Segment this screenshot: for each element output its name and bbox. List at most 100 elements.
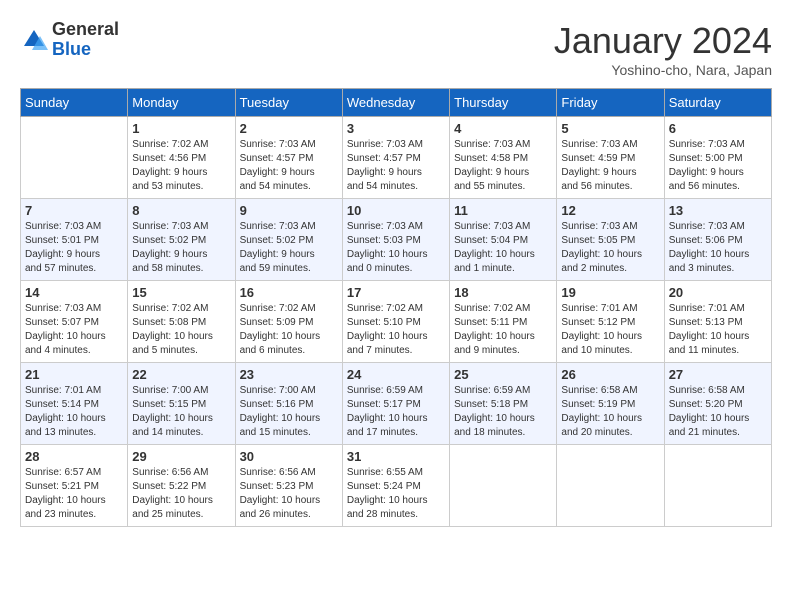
calendar-cell: 4 Sunrise: 7:03 AM Sunset: 4:58 PM Daylig…	[450, 117, 557, 199]
day-info: Sunrise: 7:03 AM Sunset: 4:58 PM Dayligh…	[454, 138, 552, 194]
day-info: Sunrise: 7:00 AM Sunset: 5:15 PM Dayligh…	[132, 384, 230, 440]
day-number: 13	[669, 203, 767, 218]
day-info: Sunrise: 7:03 AM Sunset: 5:01 PM Dayligh…	[25, 220, 123, 276]
calendar-cell: 25 Sunrise: 6:59 AM Sunset: 5:18 PM Dayli…	[450, 363, 557, 445]
calendar-cell: 29Sunrise: 6:56 AM Sunset: 5:22 PM Dayli…	[128, 445, 235, 527]
logo-general: General	[52, 19, 119, 39]
logo-icon	[20, 26, 48, 54]
day-number: 17	[347, 285, 445, 300]
day-info: Sunrise: 7:00 AM Sunset: 5:16 PM Dayligh…	[240, 384, 338, 440]
day-info: Sunrise: 7:02 AM Sunset: 5:08 PM Dayligh…	[132, 302, 230, 358]
calendar-cell: 23Sunrise: 7:00 AM Sunset: 5:16 PM Dayli…	[235, 363, 342, 445]
calendar-table: SundayMondayTuesdayWednesdayThursdayFrid…	[20, 88, 772, 527]
calendar-header: General Blue January 2024 Yoshino-cho, N…	[20, 20, 772, 78]
day-info: Sunrise: 7:03 AM Sunset: 5:07 PM Dayligh…	[25, 302, 123, 358]
day-info: Sunrise: 6:55 AM Sunset: 5:24 PM Dayligh…	[347, 466, 445, 522]
calendar-cell: 24 Sunrise: 6:59 AM Sunset: 5:17 PM Dayli…	[342, 363, 449, 445]
day-header-saturday: Saturday	[664, 89, 771, 117]
week-row-4: 21 Sunrise: 7:01 AM Sunset: 5:14 PM Dayli…	[21, 363, 772, 445]
day-info: Sunrise: 7:02 AM Sunset: 5:11 PM Dayligh…	[454, 302, 552, 358]
day-info: Sunrise: 7:03 AM Sunset: 5:00 PM Dayligh…	[669, 138, 767, 194]
day-number: 16	[240, 285, 338, 300]
calendar-cell	[450, 445, 557, 527]
day-number: 25	[454, 367, 552, 382]
calendar-cell: 7 Sunrise: 7:03 AM Sunset: 5:01 PM Daylig…	[21, 199, 128, 281]
week-row-1: 1Sunrise: 7:02 AM Sunset: 4:56 PM Daylig…	[21, 117, 772, 199]
day-number: 26	[561, 367, 659, 382]
calendar-cell: 13 Sunrise: 7:03 AM Sunset: 5:06 PM Dayli…	[664, 199, 771, 281]
day-header-thursday: Thursday	[450, 89, 557, 117]
calendar-body: 1Sunrise: 7:02 AM Sunset: 4:56 PM Daylig…	[21, 117, 772, 527]
calendar-cell: 1Sunrise: 7:02 AM Sunset: 4:56 PM Daylig…	[128, 117, 235, 199]
day-number: 4	[454, 121, 552, 136]
calendar-cell: 30 Sunrise: 6:56 AM Sunset: 5:23 PM Dayli…	[235, 445, 342, 527]
day-number: 3	[347, 121, 445, 136]
day-number: 14	[25, 285, 123, 300]
day-info: Sunrise: 7:03 AM Sunset: 5:02 PM Dayligh…	[132, 220, 230, 276]
calendar-cell: 16 Sunrise: 7:02 AM Sunset: 5:09 PM Dayli…	[235, 281, 342, 363]
day-number: 9	[240, 203, 338, 218]
day-number: 7	[25, 203, 123, 218]
calendar-cell: 17Sunrise: 7:02 AM Sunset: 5:10 PM Dayli…	[342, 281, 449, 363]
day-info: Sunrise: 7:01 AM Sunset: 5:14 PM Dayligh…	[25, 384, 123, 440]
calendar-cell: 11Sunrise: 7:03 AM Sunset: 5:04 PM Dayli…	[450, 199, 557, 281]
calendar-cell: 8 Sunrise: 7:03 AM Sunset: 5:02 PM Daylig…	[128, 199, 235, 281]
day-number: 12	[561, 203, 659, 218]
day-number: 6	[669, 121, 767, 136]
day-info: Sunrise: 7:02 AM Sunset: 4:56 PM Dayligh…	[132, 138, 230, 194]
day-info: Sunrise: 6:58 AM Sunset: 5:20 PM Dayligh…	[669, 384, 767, 440]
day-info: Sunrise: 7:03 AM Sunset: 5:06 PM Dayligh…	[669, 220, 767, 276]
calendar-cell: 28 Sunrise: 6:57 AM Sunset: 5:21 PM Dayli…	[21, 445, 128, 527]
day-info: Sunrise: 7:02 AM Sunset: 5:09 PM Dayligh…	[240, 302, 338, 358]
logo-blue: Blue	[52, 39, 91, 59]
day-number: 18	[454, 285, 552, 300]
day-number: 21	[25, 367, 123, 382]
calendar-title: January 2024	[554, 20, 772, 62]
logo-text: General Blue	[52, 20, 119, 60]
day-header-friday: Friday	[557, 89, 664, 117]
day-info: Sunrise: 7:03 AM Sunset: 4:57 PM Dayligh…	[347, 138, 445, 194]
day-header-monday: Monday	[128, 89, 235, 117]
day-info: Sunrise: 6:56 AM Sunset: 5:22 PM Dayligh…	[132, 466, 230, 522]
day-number: 24	[347, 367, 445, 382]
week-row-2: 7 Sunrise: 7:03 AM Sunset: 5:01 PM Daylig…	[21, 199, 772, 281]
day-number: 8	[132, 203, 230, 218]
day-info: Sunrise: 7:03 AM Sunset: 5:04 PM Dayligh…	[454, 220, 552, 276]
calendar-cell	[21, 117, 128, 199]
calendar-cell: 14 Sunrise: 7:03 AM Sunset: 5:07 PM Dayli…	[21, 281, 128, 363]
day-number: 27	[669, 367, 767, 382]
week-row-3: 14 Sunrise: 7:03 AM Sunset: 5:07 PM Dayli…	[21, 281, 772, 363]
day-info: Sunrise: 6:59 AM Sunset: 5:17 PM Dayligh…	[347, 384, 445, 440]
calendar-cell: 3 Sunrise: 7:03 AM Sunset: 4:57 PM Daylig…	[342, 117, 449, 199]
day-number: 10	[347, 203, 445, 218]
day-header-tuesday: Tuesday	[235, 89, 342, 117]
day-info: Sunrise: 7:03 AM Sunset: 5:03 PM Dayligh…	[347, 220, 445, 276]
day-info: Sunrise: 7:03 AM Sunset: 5:02 PM Dayligh…	[240, 220, 338, 276]
day-number: 15	[132, 285, 230, 300]
calendar-cell: 6 Sunrise: 7:03 AM Sunset: 5:00 PM Daylig…	[664, 117, 771, 199]
calendar-cell: 5Sunrise: 7:03 AM Sunset: 4:59 PM Daylig…	[557, 117, 664, 199]
title-area: January 2024 Yoshino-cho, Nara, Japan	[554, 20, 772, 78]
calendar-cell: 20 Sunrise: 7:01 AM Sunset: 5:13 PM Dayli…	[664, 281, 771, 363]
day-info: Sunrise: 6:57 AM Sunset: 5:21 PM Dayligh…	[25, 466, 123, 522]
calendar-cell: 26 Sunrise: 6:58 AM Sunset: 5:19 PM Dayli…	[557, 363, 664, 445]
day-info: Sunrise: 6:59 AM Sunset: 5:18 PM Dayligh…	[454, 384, 552, 440]
day-info: Sunrise: 6:56 AM Sunset: 5:23 PM Dayligh…	[240, 466, 338, 522]
calendar-cell: 22Sunrise: 7:00 AM Sunset: 5:15 PM Dayli…	[128, 363, 235, 445]
day-info: Sunrise: 6:58 AM Sunset: 5:19 PM Dayligh…	[561, 384, 659, 440]
day-info: Sunrise: 7:03 AM Sunset: 5:05 PM Dayligh…	[561, 220, 659, 276]
calendar-cell: 18 Sunrise: 7:02 AM Sunset: 5:11 PM Dayli…	[450, 281, 557, 363]
day-number: 30	[240, 449, 338, 464]
day-info: Sunrise: 7:01 AM Sunset: 5:13 PM Dayligh…	[669, 302, 767, 358]
calendar-cell: 21 Sunrise: 7:01 AM Sunset: 5:14 PM Dayli…	[21, 363, 128, 445]
calendar-cell: 12 Sunrise: 7:03 AM Sunset: 5:05 PM Dayli…	[557, 199, 664, 281]
calendar-cell: 31 Sunrise: 6:55 AM Sunset: 5:24 PM Dayli…	[342, 445, 449, 527]
day-number: 28	[25, 449, 123, 464]
day-number: 31	[347, 449, 445, 464]
day-number: 20	[669, 285, 767, 300]
week-row-5: 28 Sunrise: 6:57 AM Sunset: 5:21 PM Dayli…	[21, 445, 772, 527]
day-header-wednesday: Wednesday	[342, 89, 449, 117]
calendar-cell: 10 Sunrise: 7:03 AM Sunset: 5:03 PM Dayli…	[342, 199, 449, 281]
calendar-cell	[557, 445, 664, 527]
calendar-cell: 15 Sunrise: 7:02 AM Sunset: 5:08 PM Dayli…	[128, 281, 235, 363]
